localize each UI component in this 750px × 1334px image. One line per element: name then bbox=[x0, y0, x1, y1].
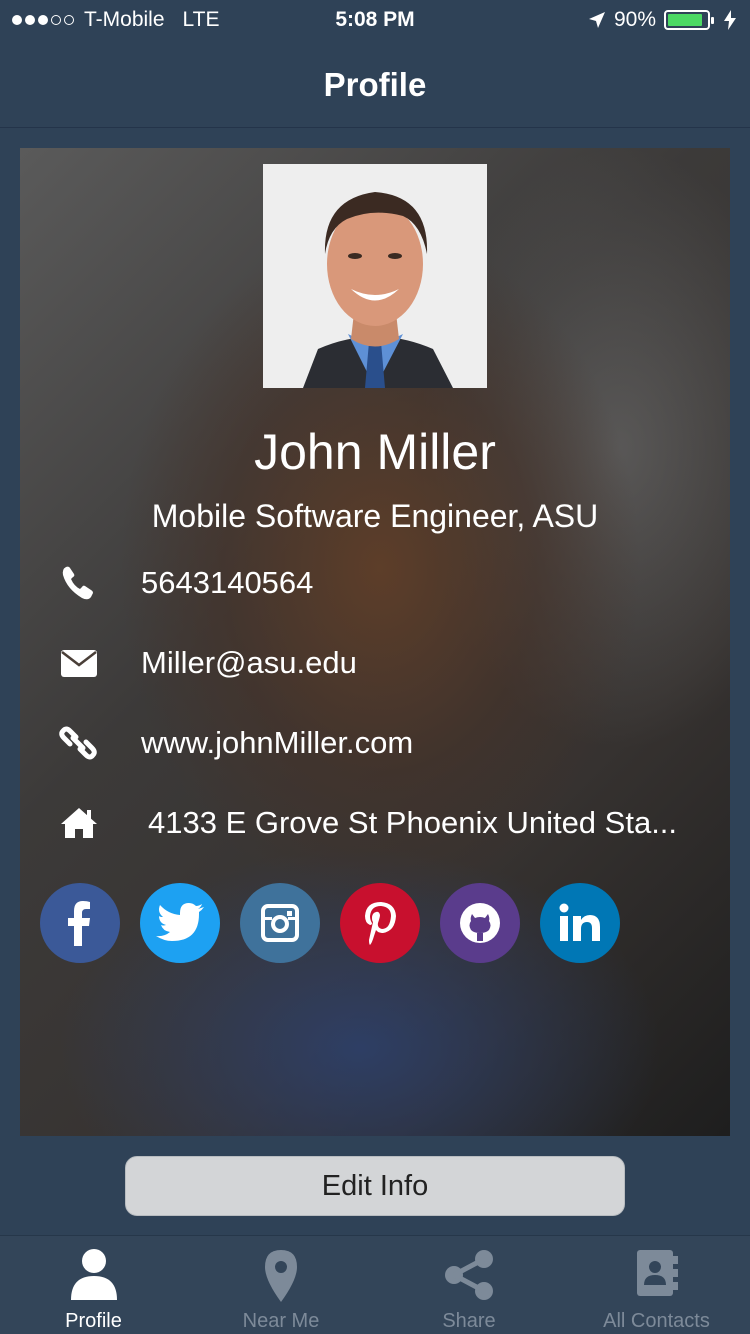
instagram-icon bbox=[261, 904, 299, 942]
linkedin-icon bbox=[559, 903, 600, 941]
person-icon bbox=[70, 1249, 117, 1300]
signal-strength-icon bbox=[12, 15, 74, 25]
signal-dot bbox=[51, 15, 61, 25]
contacts-book-icon bbox=[636, 1250, 678, 1296]
instagram-button[interactable] bbox=[240, 883, 320, 963]
profile-photo bbox=[263, 164, 487, 388]
profile-card: John Miller Mobile Software Engineer, AS… bbox=[20, 148, 730, 1136]
battery-fill bbox=[668, 14, 703, 26]
github-icon bbox=[460, 903, 500, 943]
tab-label: Share bbox=[442, 1310, 496, 1332]
tab-label: All Contacts bbox=[603, 1310, 710, 1332]
status-left: T-Mobile LTE bbox=[12, 8, 220, 32]
tab-all-contacts[interactable]: All Contacts bbox=[563, 1236, 750, 1334]
location-pin-icon bbox=[265, 1250, 297, 1302]
share-icon bbox=[445, 1250, 493, 1300]
edit-info-button[interactable]: Edit Info bbox=[125, 1156, 625, 1216]
website-url: www.johnMiller.com bbox=[141, 725, 414, 760]
website-row[interactable]: www.johnMiller.com bbox=[20, 713, 730, 773]
phone-number: 5643140564 bbox=[141, 565, 314, 600]
phone-row[interactable]: 5643140564 bbox=[20, 553, 730, 613]
pinterest-button[interactable] bbox=[340, 883, 420, 963]
tab-label: Near Me bbox=[242, 1310, 320, 1332]
status-bar: T-Mobile LTE 5:08 PM 90% bbox=[0, 0, 750, 40]
pinterest-icon bbox=[365, 902, 396, 945]
email-address: Miller@asu.edu bbox=[141, 645, 357, 680]
address-text: 4133 E Grove St Phoenix United Sta... bbox=[148, 805, 678, 840]
tab-bar: Profile Near Me Share All Contacts bbox=[0, 1235, 750, 1334]
home-icon bbox=[61, 808, 97, 838]
twitter-icon bbox=[156, 903, 204, 941]
link-icon bbox=[59, 726, 97, 760]
battery-percent: 90% bbox=[613, 8, 656, 31]
charging-bolt-icon bbox=[724, 10, 736, 30]
phone-icon bbox=[62, 566, 93, 600]
signal-dot bbox=[12, 15, 22, 25]
facebook-button[interactable] bbox=[40, 883, 120, 963]
social-links bbox=[40, 883, 620, 963]
tab-near-me[interactable]: Near Me bbox=[187, 1236, 375, 1334]
location-arrow-icon bbox=[588, 12, 605, 28]
linkedin-button[interactable] bbox=[540, 883, 620, 963]
status-right: 90% bbox=[588, 8, 736, 32]
carrier-name: T-Mobile bbox=[84, 8, 165, 31]
github-button[interactable] bbox=[440, 883, 520, 963]
profile-name: John Miller bbox=[254, 424, 496, 480]
tab-profile[interactable]: Profile bbox=[0, 1236, 187, 1334]
tab-share[interactable]: Share bbox=[375, 1236, 563, 1334]
tab-label: Profile bbox=[65, 1310, 122, 1332]
email-row[interactable]: Miller@asu.edu bbox=[20, 633, 730, 693]
signal-dot bbox=[38, 15, 48, 25]
page-title: Profile bbox=[323, 66, 427, 103]
network-type: LTE bbox=[182, 8, 220, 31]
envelope-icon bbox=[61, 650, 97, 677]
signal-dot bbox=[64, 15, 74, 25]
signal-dot bbox=[25, 15, 35, 25]
twitter-button[interactable] bbox=[140, 883, 220, 963]
profile-job-title: Mobile Software Engineer, ASU bbox=[151, 498, 599, 534]
battery-icon bbox=[664, 10, 714, 30]
facebook-icon bbox=[68, 901, 90, 946]
avatar bbox=[263, 164, 487, 388]
address-row[interactable]: 4133 E Grove St Phoenix United Sta... bbox=[20, 793, 730, 853]
navigation-bar: Profile bbox=[0, 40, 750, 128]
